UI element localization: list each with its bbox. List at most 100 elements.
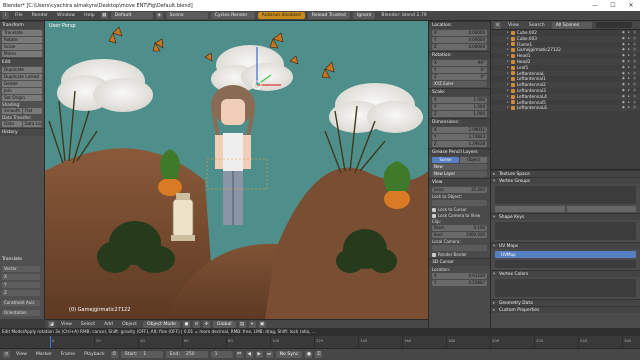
timeline-area[interactable]: 0 20 40 60 80 100 120 140 160 180 200 220 240 260 (0, 336, 640, 348)
timeline-editor-icon[interactable]: ◷ (3, 351, 10, 358)
current-frame-field[interactable]: 1 (210, 351, 233, 358)
outliner-search-menu[interactable]: Search (526, 23, 548, 28)
close-button[interactable]: ✕ (622, 0, 640, 11)
shape-keys-panel[interactable]: Shape Keys (491, 213, 640, 221)
layout-dropdown[interactable]: Default (110, 12, 153, 19)
outliner-view-menu[interactable]: View (505, 23, 522, 28)
preview-range-icon[interactable]: ⏱ (110, 351, 118, 358)
menu-render[interactable]: Render (29, 13, 51, 18)
grease-new-button[interactable]: New (432, 164, 487, 170)
jump-start-icon[interactable]: ⏮ (235, 351, 243, 358)
join-button[interactable]: Join (2, 88, 42, 94)
orientation-dropdown[interactable]: Global (212, 320, 236, 328)
rotation-z-field[interactable]: Z 0° (432, 74, 487, 80)
expand-arrow-icon[interactable]: ▸ (507, 105, 509, 111)
minimize-button[interactable]: — (586, 0, 604, 11)
local-camera-field[interactable] (432, 245, 487, 251)
custom-properties-panel[interactable]: Custom Properties (491, 306, 640, 314)
tl-menu-view[interactable]: View (13, 352, 30, 357)
lock-camera-checkbox[interactable]: Lock Camera to View (432, 213, 487, 218)
vg-remove-button[interactable] (566, 206, 636, 212)
scale-button[interactable]: Scale (2, 44, 42, 50)
location-x-field[interactable]: X 0.00000 (432, 30, 487, 36)
rotation-y-field[interactable]: Y 0° (432, 67, 487, 73)
grease-scene-tab[interactable]: Scene (432, 157, 459, 163)
history-section-title[interactable]: History (0, 128, 44, 136)
view-section-title[interactable]: View (429, 178, 490, 186)
menu-file[interactable]: File (12, 13, 26, 18)
scale-y-field[interactable]: Y 1.000 (432, 104, 487, 110)
ignore-button[interactable]: Ignore (352, 12, 376, 19)
vertex-colors-panel[interactable]: Vertex Colors (491, 270, 640, 278)
dimensions-y-field[interactable]: Y 3.74843 (432, 134, 487, 140)
render-border-checkbox[interactable]: Render Border (432, 252, 487, 257)
new-layer-button[interactable]: New Layer (432, 171, 487, 177)
flat-button[interactable]: Flat (22, 108, 42, 114)
keying-icon[interactable]: ⚿ (315, 351, 323, 358)
op-z-field[interactable]: Z (2, 290, 40, 296)
grease-object-tab[interactable]: Object (460, 157, 487, 163)
lock-cursor-checkbox[interactable]: Lock to Cursor (432, 207, 487, 212)
set-origin-button[interactable]: Set Origin (2, 95, 42, 101)
cursor-y-field[interactable]: Y 0.55807 (432, 280, 487, 286)
snap-icon[interactable]: ⌖ (248, 320, 256, 328)
vp-menu-view[interactable]: View (58, 322, 75, 327)
menu-help[interactable]: Help (81, 13, 97, 18)
pivot-icon[interactable]: ⊙ (192, 320, 200, 328)
sync-dropdown[interactable]: No Sync (275, 351, 303, 358)
op-y-field[interactable]: Y (2, 282, 40, 288)
3d-viewport[interactable]: User Persp (0) Gamejgirmatic27122 (45, 21, 428, 319)
vg-add-button[interactable] (495, 206, 565, 212)
uv-maps-panel[interactable]: UV Maps (491, 242, 640, 250)
checkbox-box[interactable] (432, 252, 436, 257)
cursor-x-field[interactable]: X 0.91220 (432, 273, 487, 279)
smooth-button[interactable]: Smooth (2, 108, 22, 114)
lens-field[interactable]: Lens: 35.000 (432, 187, 487, 193)
menu-window[interactable]: Window (54, 13, 78, 18)
uv-map-item[interactable]: UVMap (495, 251, 636, 258)
mirror-button[interactable]: Mirror (2, 51, 42, 57)
op-x-field[interactable]: X (2, 274, 40, 280)
clip-start-field[interactable]: Start: 0.100 (432, 225, 487, 231)
data-button[interactable]: Data (2, 121, 22, 127)
tl-menu-marker[interactable]: Marker (33, 352, 55, 357)
rotation-x-field[interactable]: X 90° (432, 60, 487, 66)
scale-z-field[interactable]: Z 1.000 (432, 111, 487, 117)
reload-trusted-button[interactable]: Reload Trusted (307, 12, 350, 19)
tl-menu-playback[interactable]: Playback (81, 352, 108, 357)
scene-dropdown[interactable]: Scene (165, 12, 208, 19)
edit-section-title[interactable]: Edit (0, 58, 44, 66)
rotate-button[interactable]: Rotate (2, 37, 42, 43)
lock-object-field[interactable] (432, 200, 487, 206)
op-orientation-dropdown[interactable]: Orientation (2, 310, 40, 316)
outliner-search-input[interactable] (595, 22, 632, 28)
rotation-mode-dropdown[interactable]: XYZ Euler (432, 81, 487, 87)
texture-space-panel[interactable]: Texture Space (491, 170, 640, 178)
scale-x-field[interactable]: X 1.000 (432, 97, 487, 103)
dimensions-x-field[interactable]: X 2.09031 (432, 127, 487, 133)
uv-maps-list[interactable] (495, 260, 636, 268)
visibility-icons[interactable]: ◉ ▸ ◎ (622, 105, 640, 111)
vertex-colors-list[interactable] (495, 279, 636, 297)
geometry-data-panel[interactable]: Geometry Data (491, 299, 640, 307)
location-y-field[interactable]: Y 0.00000 (432, 37, 487, 43)
data-layout-button[interactable]: Data Layout (22, 121, 42, 127)
vp-menu-select[interactable]: Select (78, 322, 98, 327)
outliner-display-dropdown[interactable]: All Scenes (551, 21, 592, 29)
shading-icon[interactable]: ● (182, 320, 190, 328)
layers-icon[interactable]: ▤ (238, 320, 246, 328)
checkbox-box[interactable] (432, 213, 436, 218)
duplicate-linked-button[interactable]: Duplicate Linked (2, 74, 42, 80)
render-icon[interactable]: ▣ (258, 320, 266, 328)
checkbox-box[interactable] (432, 207, 436, 212)
clip-end-field[interactable]: End: 1000.000 (432, 232, 487, 238)
editor-type-icon[interactable]: i (2, 12, 9, 19)
dimensions-z-field[interactable]: Z 1.29638 (432, 141, 487, 147)
translate-button[interactable]: Translate (2, 30, 42, 36)
shape-keys-list[interactable] (495, 222, 636, 240)
delete-button[interactable]: Delete (2, 81, 42, 87)
view3d-editor-icon[interactable]: ◪ (48, 320, 55, 328)
outliner-item[interactable]: ▸ LeftantennaL6 ◉ ▸ ◎ (491, 105, 640, 112)
mode-dropdown[interactable]: Object Mode (142, 320, 180, 328)
playhead[interactable] (50, 336, 51, 348)
